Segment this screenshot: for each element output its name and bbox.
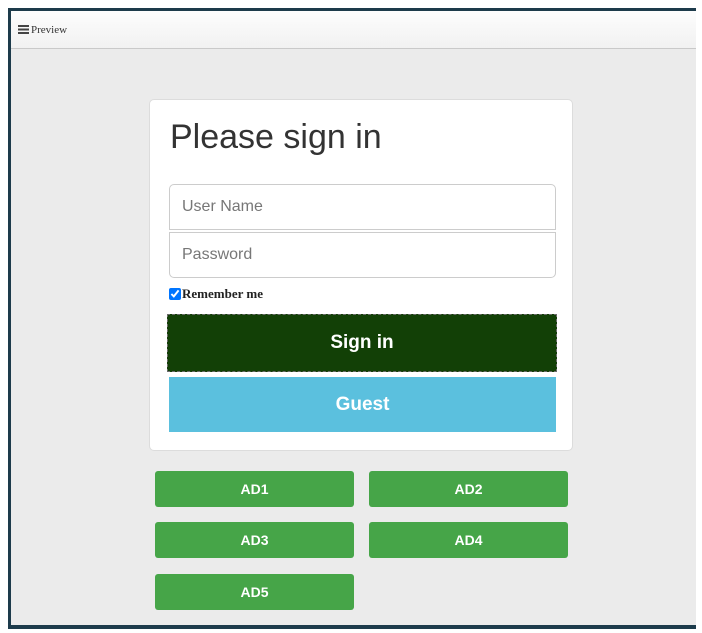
window-frame: Preview Please sign in Remember me Sign … xyxy=(8,8,696,629)
sign-in-heading: Please sign in xyxy=(170,118,382,156)
ad1-button[interactable]: AD1 xyxy=(155,471,354,507)
sign-in-panel: Please sign in Remember me Sign in Guest xyxy=(149,99,573,451)
remember-me-label: Remember me xyxy=(182,286,263,301)
remember-me-checkbox[interactable] xyxy=(169,288,181,300)
ad3-button[interactable]: AD3 xyxy=(155,522,354,558)
username-input[interactable] xyxy=(169,184,556,230)
hamburger-menu-icon[interactable] xyxy=(18,25,29,34)
guest-button[interactable]: Guest xyxy=(169,377,556,432)
password-input[interactable] xyxy=(169,232,556,278)
sign-in-button[interactable]: Sign in xyxy=(167,314,557,372)
ad4-button[interactable]: AD4 xyxy=(369,522,568,558)
ad5-button[interactable]: AD5 xyxy=(155,574,354,610)
remember-me-row[interactable]: Remember me xyxy=(169,286,263,302)
ad2-button[interactable]: AD2 xyxy=(369,471,568,507)
preview-window: Preview Please sign in Remember me Sign … xyxy=(11,11,696,625)
title-bar: Preview xyxy=(11,11,696,49)
window-title: Preview xyxy=(31,23,68,36)
